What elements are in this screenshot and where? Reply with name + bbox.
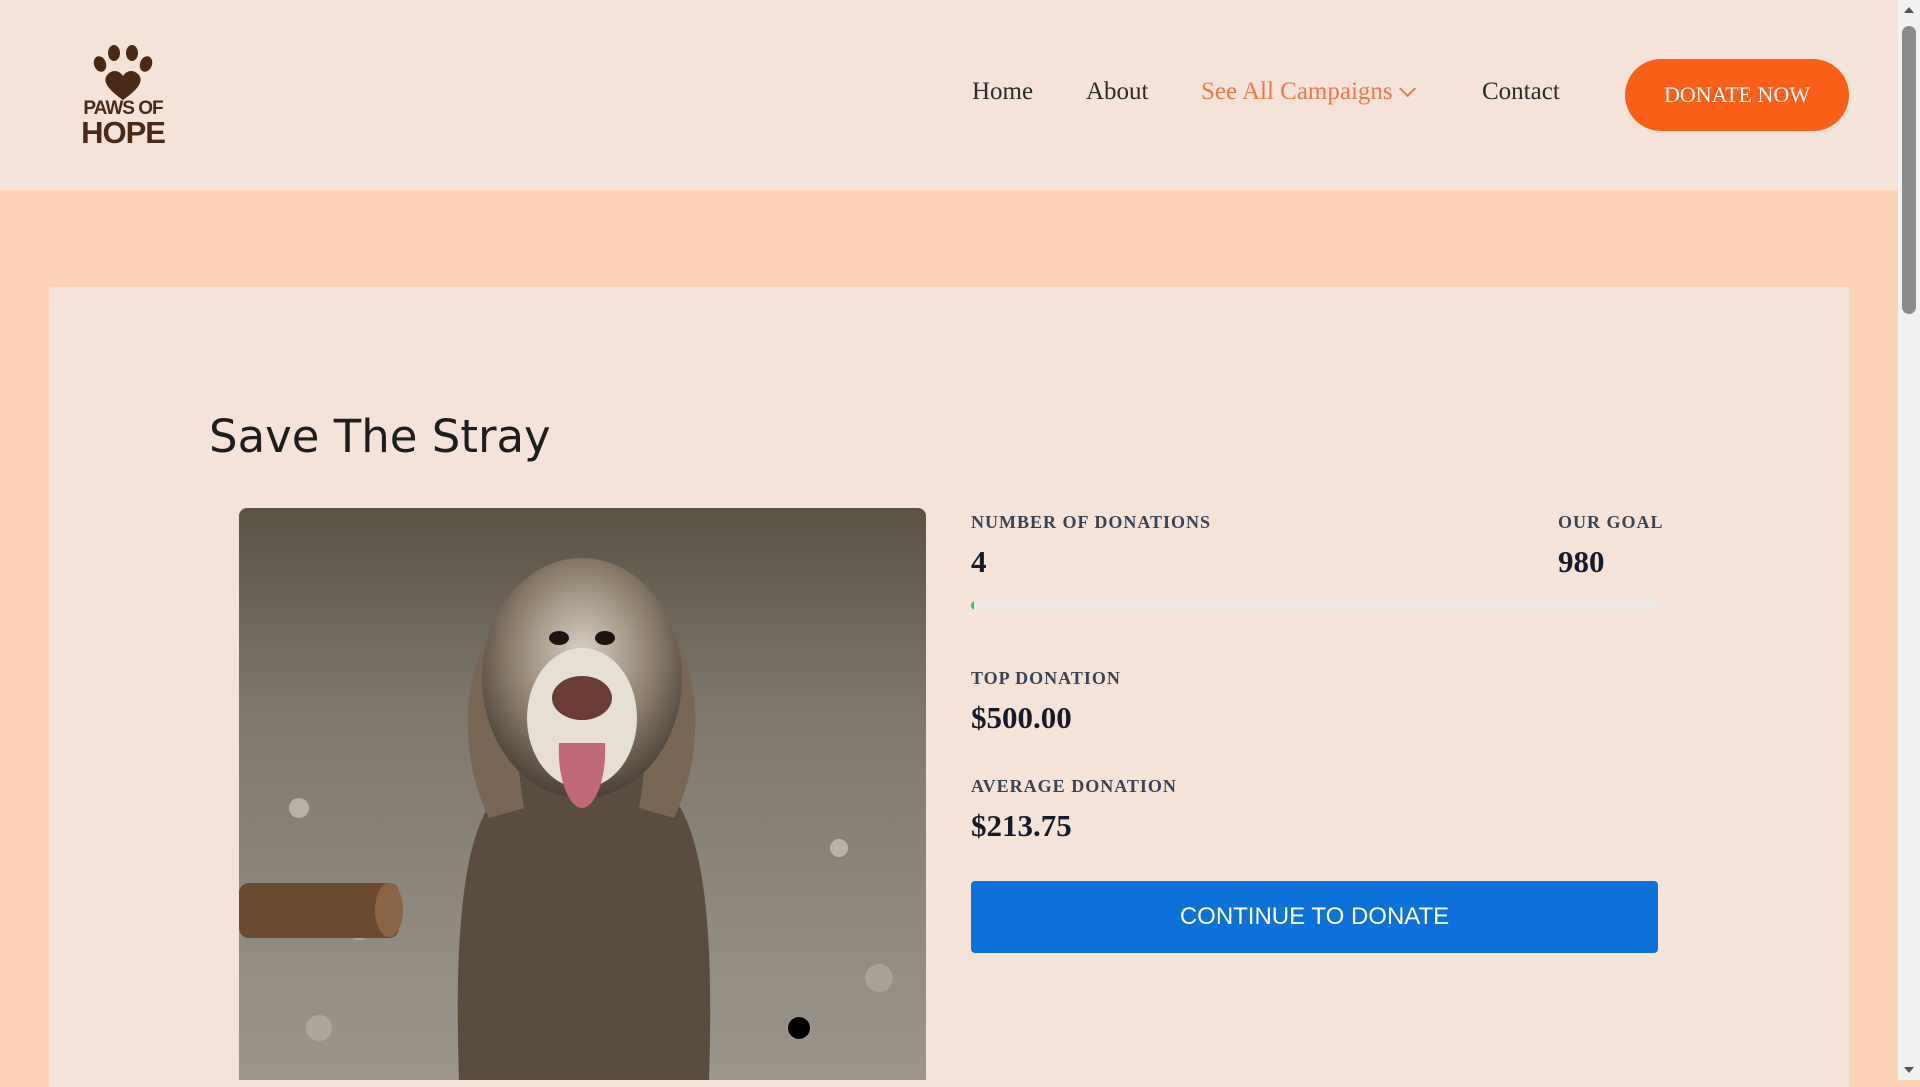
scrollbar-thumb[interactable] [1902, 26, 1916, 314]
goal-label: OUR GOAL [1558, 512, 1664, 532]
nav-link-home[interactable]: Home [972, 78, 1033, 112]
donation-progress-fill [971, 601, 974, 610]
donate-now-button[interactable]: DONATE NOW [1625, 59, 1849, 131]
donation-progress-bar [971, 601, 1658, 610]
top-donation-label: TOP DONATION [971, 668, 1121, 688]
scroll-up-arrow-icon[interactable] [1904, 7, 1914, 13]
donations-count-label: NUMBER OF DONATIONS [971, 512, 1212, 532]
donations-count-value: 4 [971, 544, 987, 579]
nav-link-about[interactable]: About [1086, 78, 1149, 112]
average-donation-value: $213.75 [971, 808, 1072, 843]
top-donation-value: $500.00 [971, 700, 1072, 735]
nav-link-contact[interactable]: Contact [1482, 78, 1560, 112]
muddy-dog-image [239, 508, 926, 1080]
site-logo[interactable]: PAWS OF HOPE [80, 44, 166, 150]
campaign-title: Save The Stray [209, 410, 551, 463]
page-scrollbar[interactable] [1898, 0, 1920, 1080]
chevron-down-icon [1398, 80, 1416, 98]
average-donation-label: AVERAGE DONATION [971, 776, 1177, 796]
nav-link-campaigns[interactable]: See All Campaigns [1201, 78, 1416, 112]
logo-text-line2: HOPE [81, 115, 166, 150]
paw-heart-icon [93, 45, 153, 100]
continue-to-donate-button[interactable]: CONTINUE TO DONATE [971, 881, 1658, 953]
site-header: PAWS OF HOPE Home About See All Campaign… [0, 0, 1898, 190]
nav-campaigns-label: See All Campaigns [1201, 78, 1393, 105]
campaign-photo [239, 508, 926, 1080]
scroll-down-arrow-icon[interactable] [1904, 1067, 1914, 1073]
goal-value: 980 [1558, 544, 1605, 579]
